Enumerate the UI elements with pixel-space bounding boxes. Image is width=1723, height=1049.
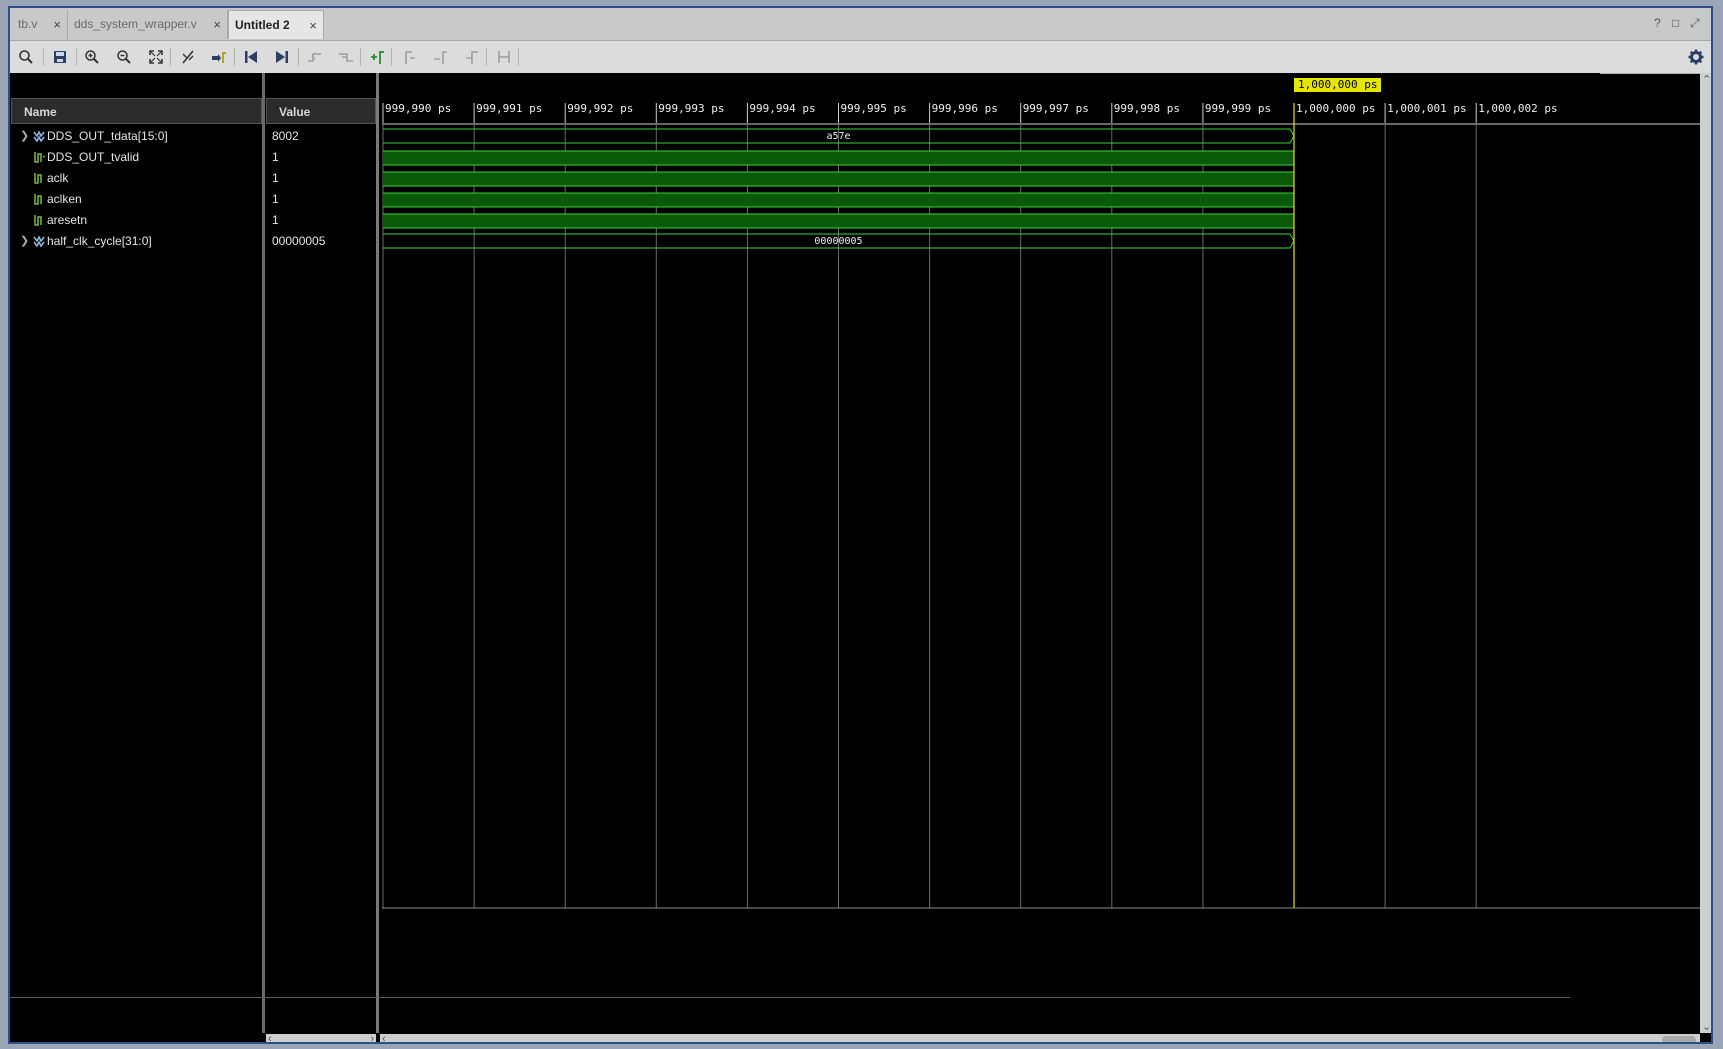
wave-hscrollbar[interactable]: ‹	[380, 1033, 1700, 1042]
scroll-thumb[interactable]	[1662, 1036, 1696, 1042]
bit-signal-icon	[34, 152, 45, 163]
bus-signal-icon	[33, 130, 45, 142]
close-icon[interactable]: ×	[309, 11, 317, 40]
close-icon[interactable]: ×	[53, 10, 61, 39]
prev-transition-icon[interactable]	[305, 47, 325, 67]
time-tick-label: 999,999 ps	[1204, 102, 1272, 115]
bit-signal-icon	[34, 215, 42, 226]
tab-label: dds_system_wrapper.v	[74, 17, 197, 31]
help-icon[interactable]: ?	[1654, 16, 1661, 30]
signal-value: 8002	[272, 129, 299, 143]
goto-end-icon[interactable]	[272, 47, 292, 67]
bit-high-fill	[383, 151, 1294, 165]
time-tick-label: 999,991 ps	[476, 102, 543, 115]
tab-untitled-2[interactable]: Untitled 2 ×	[228, 10, 324, 39]
bit-high-fill	[383, 172, 1294, 186]
close-icon[interactable]: ×	[213, 10, 221, 39]
goto-start-icon[interactable]	[241, 47, 261, 67]
column-header-value[interactable]: Value	[266, 98, 376, 124]
signal-row[interactable]: aresetn 1	[10, 210, 380, 231]
zoom-out-icon[interactable]	[114, 47, 134, 67]
snap-cursor-icon[interactable]	[178, 47, 198, 67]
scroll-right-icon[interactable]: ›	[370, 1033, 374, 1042]
signal-row[interactable]: aclk 1	[10, 168, 380, 189]
signal-row[interactable]: ❯ half_clk_cycle[31:0] 00000005	[10, 231, 380, 252]
tab-dds-system-wrapper[interactable]: dds_system_wrapper.v ×	[68, 10, 228, 39]
tab-label: tb.v	[18, 17, 38, 31]
signal-row[interactable]: ❯ DDS_OUT_tdata[15:0] 8002	[10, 126, 380, 147]
next-marker-icon[interactable]	[430, 47, 450, 67]
save-icon[interactable]	[50, 47, 70, 67]
scroll-left-icon[interactable]: ‹	[268, 1033, 272, 1042]
scroll-up-icon[interactable]: ⌃	[1702, 73, 1711, 86]
swap-cursors-icon[interactable]	[462, 47, 482, 67]
tab-bar: tb.v × dds_system_wrapper.v × Untitled 2…	[10, 8, 1711, 41]
signal-name: aclk	[47, 171, 69, 185]
time-tick-label: 1,000,001 ps	[1387, 102, 1467, 115]
prev-marker-icon[interactable]	[399, 47, 419, 67]
cursor-time-label[interactable]: 1,000,000 ps	[1294, 78, 1382, 92]
signal-value: 1	[272, 171, 279, 185]
waveform-canvas[interactable]: a57e 00000005 999,990 ps 999,991 ps 999,992…	[382, 73, 1711, 1033]
time-tick-label: 1,000,000 ps	[1296, 102, 1376, 115]
tab-tb-v[interactable]: tb.v ×	[12, 10, 68, 39]
signal-value: 1	[272, 192, 279, 206]
expand-chevron-icon[interactable]: ❯	[20, 231, 29, 252]
time-tick-label: 999,995 ps	[840, 102, 907, 115]
cursor-range-icon[interactable]	[494, 47, 514, 67]
time-tick-label: 999,996 ps	[931, 102, 998, 115]
zoom-in-icon[interactable]	[82, 47, 102, 67]
waveform-window: tb.v × dds_system_wrapper.v × Untitled 2…	[8, 6, 1713, 1044]
signal-name: DDS_OUT_tdata[15:0]	[47, 129, 168, 143]
float-icon[interactable]: ⤢	[1690, 16, 1700, 31]
time-tick-label: 999,997 ps	[1022, 102, 1089, 115]
signal-value: 1	[272, 213, 279, 227]
bit-high-fill	[383, 214, 1294, 228]
waveform-svg: a57e 00000005	[382, 103, 1700, 909]
bit-high-fill	[383, 193, 1294, 207]
scroll-left-icon[interactable]: ‹	[382, 1033, 386, 1042]
time-tick-label: 1,000,002 ps	[1478, 102, 1558, 115]
signal-name: aresetn	[47, 213, 88, 227]
signal-name: half_clk_cycle[31:0]	[47, 234, 152, 248]
signal-row[interactable]: aclken 1	[10, 189, 380, 210]
time-tick-label: 999,994 ps	[749, 102, 816, 115]
goto-cursor-icon[interactable]	[209, 47, 229, 67]
signal-value: 00000005	[272, 234, 326, 248]
tab-label: Untitled 2	[235, 18, 290, 32]
settings-gear-icon[interactable]	[1686, 47, 1706, 67]
time-tick-label: 999,992 ps	[567, 102, 634, 115]
value-hscrollbar[interactable]: ‹ ›	[266, 1033, 376, 1042]
time-tick-label: 999,998 ps	[1113, 102, 1181, 115]
zoom-fit-icon[interactable]	[146, 47, 166, 67]
bit-signal-icon	[34, 173, 42, 184]
expand-chevron-icon[interactable]: ❯	[20, 126, 29, 147]
scroll-down-icon[interactable]: ⌄	[1702, 1020, 1711, 1033]
signal-name: DDS_OUT_tvalid	[47, 150, 140, 164]
bus-signal-icon	[33, 235, 45, 247]
bus-value-label: a57e	[826, 131, 850, 142]
waveform-toolbar	[10, 41, 1711, 74]
next-transition-icon[interactable]	[336, 47, 356, 67]
signal-row[interactable]: DDS_OUT_tvalid 1	[10, 147, 380, 168]
signal-name: aclken	[47, 192, 82, 206]
wave-vscrollbar[interactable]: ⌃ ⌄	[1700, 73, 1711, 1033]
signal-value: 1	[272, 150, 279, 164]
bit-signal-icon	[34, 194, 42, 205]
maximize-icon[interactable]: □	[1672, 16, 1679, 30]
column-header-name[interactable]: Name	[11, 98, 262, 124]
search-icon[interactable]	[16, 47, 36, 67]
bus-value-label: 00000005	[814, 236, 862, 247]
time-tick-label: 999,990 ps	[385, 102, 452, 115]
add-marker-icon[interactable]	[367, 47, 387, 67]
time-tick-label: 999,993 ps	[658, 102, 725, 115]
